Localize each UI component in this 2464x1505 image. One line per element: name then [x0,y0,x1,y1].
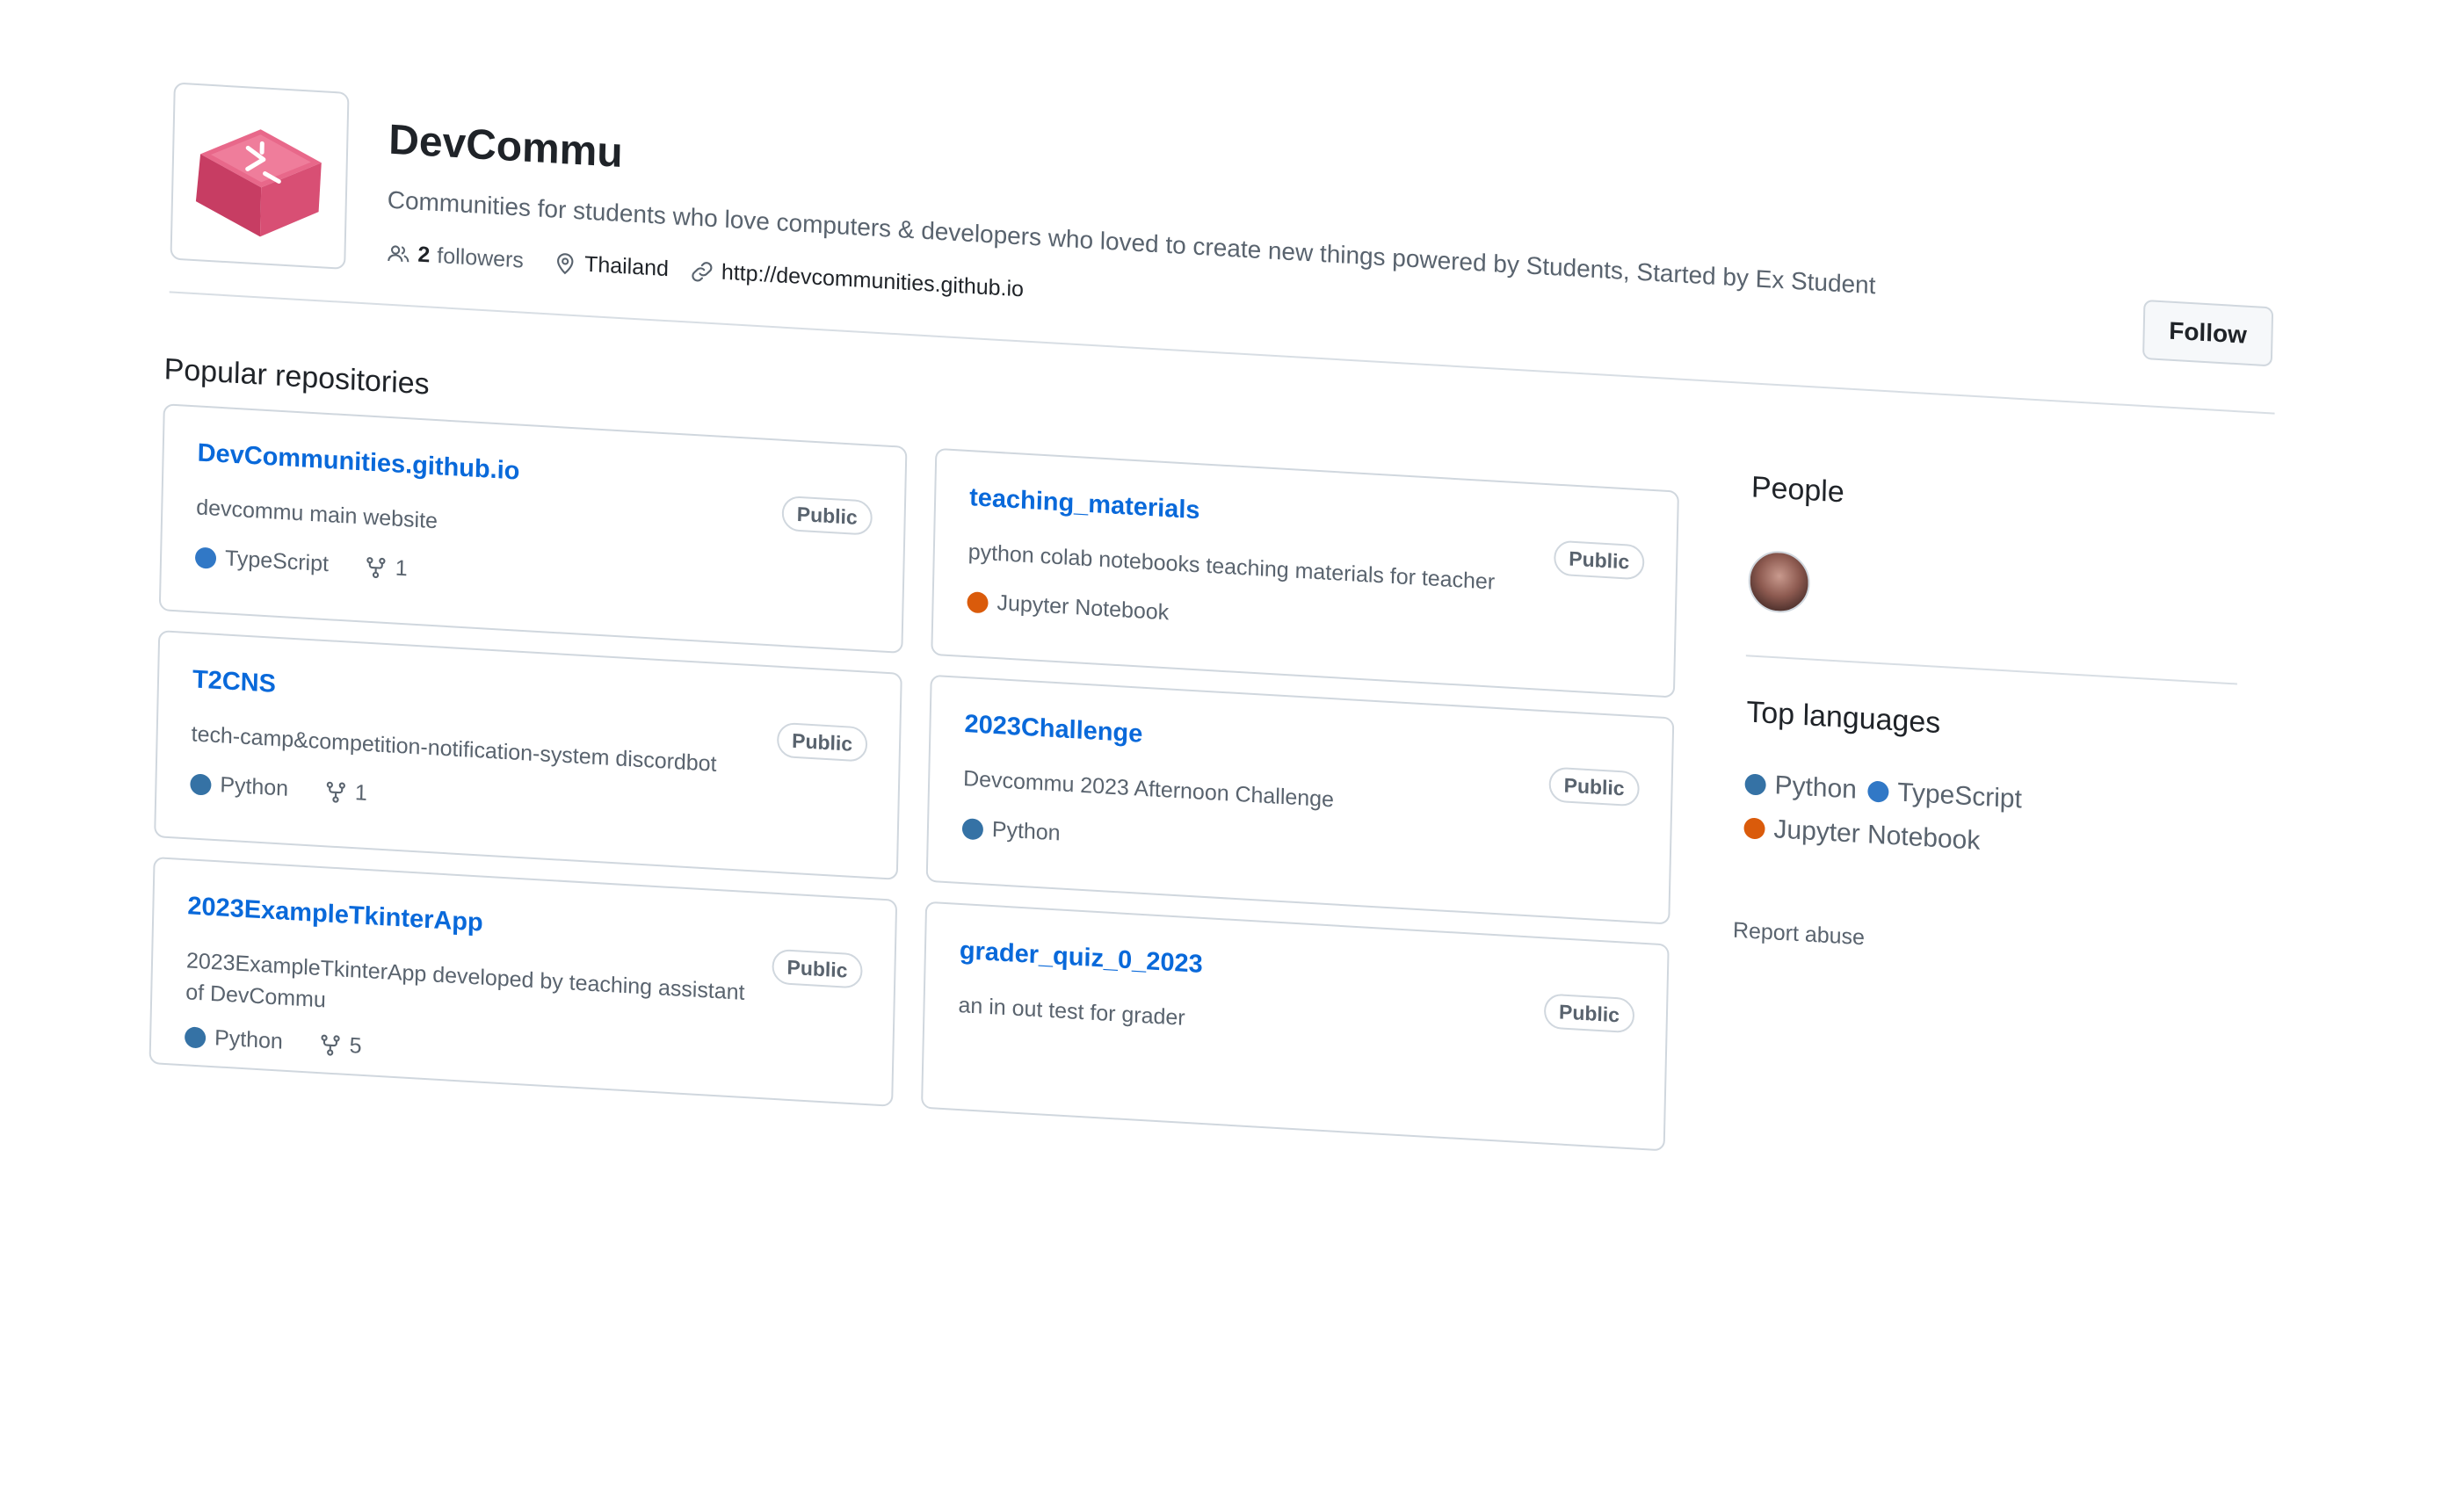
forks-count: 1 [354,780,368,806]
language-name: Python [1774,771,1858,805]
fork-icon [326,781,345,803]
visibility-badge: Public [1553,539,1645,581]
repo-description: 2023ExampleTkinterApp developed by teach… [185,948,745,1013]
location-pin-icon [557,252,574,274]
repo-description: python colab notebooks teaching material… [967,539,1496,595]
fork-icon [366,556,386,578]
repo-card: T2CNS Public tech-camp&competition-notif… [154,630,902,880]
fork-icon [321,1034,340,1056]
language-name: Python [220,772,289,801]
repo-card: grader_quiz_0_2023 Public an in out test… [921,901,1670,1152]
language-name: Jupyter Notebook [996,590,1170,626]
top-languages-heading: Top languages [1746,695,1941,741]
repo-description: Devcommu 2023 Afternoon Challenge [962,766,1335,813]
popular-repositories-heading: Popular repositories [163,352,431,402]
link-icon [692,261,713,282]
forks-link[interactable]: 5 [317,1031,362,1060]
language-color-dot [1744,773,1766,796]
language-color-dot [967,590,989,613]
language-name: TypeScript [1897,778,2023,814]
forks-link[interactable]: 1 [364,554,408,582]
language-color-dot [1743,817,1765,840]
repo-meta: Python 1 [190,771,367,807]
language-name: Python [214,1025,284,1054]
visibility-badge: Public [1543,993,1635,1034]
repo-card: 2023Challenge Public Devcommu 2023 After… [925,674,1675,925]
followers-label: followers [437,242,525,273]
repo-link[interactable]: teaching_materials [969,483,1200,525]
sidebar-divider [1745,655,2237,685]
location: Thailand [553,250,669,283]
language-name: Jupyter Notebook [1773,814,1981,856]
follow-button[interactable]: Follow [2142,299,2274,367]
followers-count: 2 [417,242,431,268]
header-divider [169,291,2275,415]
language-name: Python [991,816,1061,846]
location-text: Thailand [583,251,670,282]
repo-language: Python [184,1024,284,1054]
top-language-item: TypeScript [1867,776,2022,814]
repo-link[interactable]: grader_quiz_0_2023 [960,937,1204,980]
repo-meta: Jupyter Notebook [967,589,1169,626]
top-language-item: Python [1744,769,1857,805]
repo-description: an in out test for grader [958,992,1185,1031]
repo-card: DevCommunities.github.io Public devcommu… [158,403,908,654]
repo-link[interactable]: 2023Challenge [964,710,1142,749]
repo-card: 2023ExampleTkinterApp Public 2023Example… [149,857,898,1107]
forks-count: 5 [349,1033,362,1059]
website-text: http://devcommunities.github.io [721,259,1025,302]
followers-link[interactable]: 2 followers [386,241,524,274]
people-icon [388,244,409,262]
repo-language: Python [961,815,1061,846]
org-avatar[interactable] [170,82,350,270]
people-heading: People [1750,470,1845,510]
language-name: TypeScript [224,546,330,577]
repo-language: Python [190,771,288,801]
member-avatar[interactable] [1747,549,1811,615]
top-language-item: Jupyter Notebook [1743,813,1981,856]
repo-language: TypeScript [194,544,330,577]
language-color-dot [184,1025,207,1049]
keycap-logo-icon [195,129,322,237]
org-profile-page: DevCommu Communities for students who lo… [0,0,2460,1505]
repo-meta: TypeScript 1 [194,544,408,582]
repo-link[interactable]: 2023ExampleTkinterApp [187,892,483,937]
website-link[interactable]: http://devcommunities.github.io [690,258,1025,303]
language-color-dot [190,772,212,796]
language-color-dot [1867,780,1889,803]
repo-language: Jupyter Notebook [967,589,1169,626]
visibility-badge: Public [772,948,863,989]
repo-meta: Python [961,815,1061,846]
visibility-badge: Public [781,495,873,536]
repo-card: teaching_materials Public python colab n… [931,447,1679,698]
repo-description: devcommu main website [195,495,438,534]
report-abuse-link[interactable]: Report abuse [1733,918,1865,951]
org-name: DevCommu [388,116,624,177]
repo-meta: Python 5 [184,1024,362,1060]
repo-link[interactable]: T2CNS [192,665,277,698]
language-color-dot [961,817,984,840]
forks-count: 1 [395,555,408,582]
repo-link[interactable]: DevCommunities.github.io [197,438,519,486]
forks-link[interactable]: 1 [323,778,367,807]
language-color-dot [194,546,217,569]
org-description: Communities for students who love comput… [387,185,1876,300]
visibility-badge: Public [1548,766,1641,807]
